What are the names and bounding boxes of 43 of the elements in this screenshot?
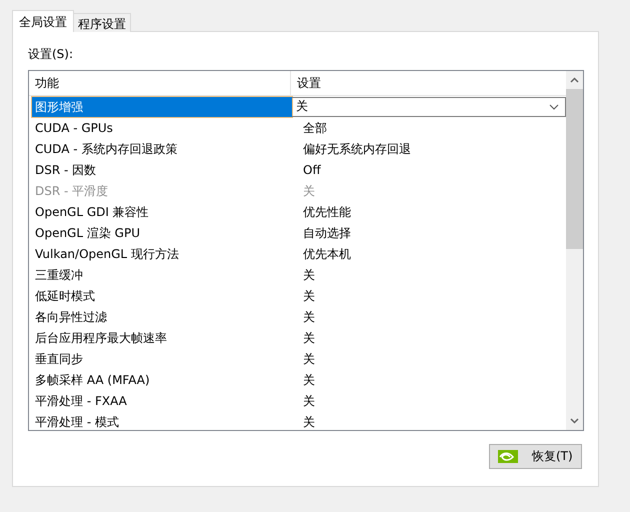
table-cell-text: 关: [302, 392, 315, 410]
table-cell[interactable]: 平滑处理 - FXAA: [29, 390, 291, 410]
table-cell-text: 优先性能: [302, 204, 351, 220]
table-cell-text: 优先本机: [302, 246, 351, 262]
value-dropdown[interactable]: 关: [292, 96, 566, 116]
table-cell-text: 全部: [302, 120, 327, 136]
table-cell[interactable]: 各向异性过滤: [29, 306, 291, 326]
table-cell-text: 关: [302, 414, 315, 430]
table-cell-text: 关: [302, 182, 315, 200]
column-header[interactable]: 功能: [29, 71, 291, 95]
column-header[interactable]: 设置: [291, 71, 321, 95]
table-cell-text: 关: [302, 266, 315, 284]
table-cell[interactable]: 多帧采样 AA (MFAA): [29, 370, 291, 390]
table-cell[interactable]: 三重缓冲: [29, 264, 291, 284]
scrollbar-thumb[interactable]: [566, 89, 583, 249]
settings-label: 设置(S):: [28, 46, 74, 63]
scroll-up-icon[interactable]: [570, 77, 579, 83]
table-cell[interactable]: CUDA - 系统内存回退政策: [29, 138, 291, 158]
table-cell-text: 关: [302, 350, 315, 368]
table-cell[interactable]: OpenGL GDI 兼容性: [29, 202, 291, 222]
table-cell[interactable]: 低延时模式: [29, 286, 291, 306]
scroll-down-icon[interactable]: [570, 418, 579, 424]
table-cell-text: 自动选择: [302, 224, 351, 242]
table-cell-text: 关: [302, 308, 315, 326]
scrollbar[interactable]: [566, 71, 583, 430]
tab[interactable]: 程序设置: [73, 13, 131, 32]
restore-button[interactable]: 恢复(T): [489, 444, 582, 469]
table-cell[interactable]: Vulkan/OpenGL 现行方法: [29, 244, 291, 264]
table-cell[interactable]: OpenGL 渲染 GPU: [29, 222, 291, 242]
table-cell[interactable]: 图形增强: [32, 96, 292, 116]
table-cell[interactable]: 后台应用程序最大帧速率: [29, 328, 291, 348]
logo-icon: [498, 450, 518, 463]
chevron-down-icon: [549, 104, 559, 110]
table-cell[interactable]: CUDA - GPUs: [29, 118, 291, 138]
table-cell[interactable]: 垂直同步: [29, 348, 291, 368]
table-cell-text: 关: [302, 330, 315, 346]
table-cell[interactable]: DSR - 因数: [29, 160, 291, 180]
table-cell-text: 关: [302, 372, 315, 388]
table-cell-text: 偏好无系统内存回退: [302, 140, 411, 158]
table-cell-text: Off: [302, 162, 321, 178]
table-cell[interactable]: 平滑处理 - 模式: [29, 412, 291, 430]
table-cell-text: 关: [302, 288, 315, 304]
tab[interactable]: 全局设置: [12, 10, 74, 32]
